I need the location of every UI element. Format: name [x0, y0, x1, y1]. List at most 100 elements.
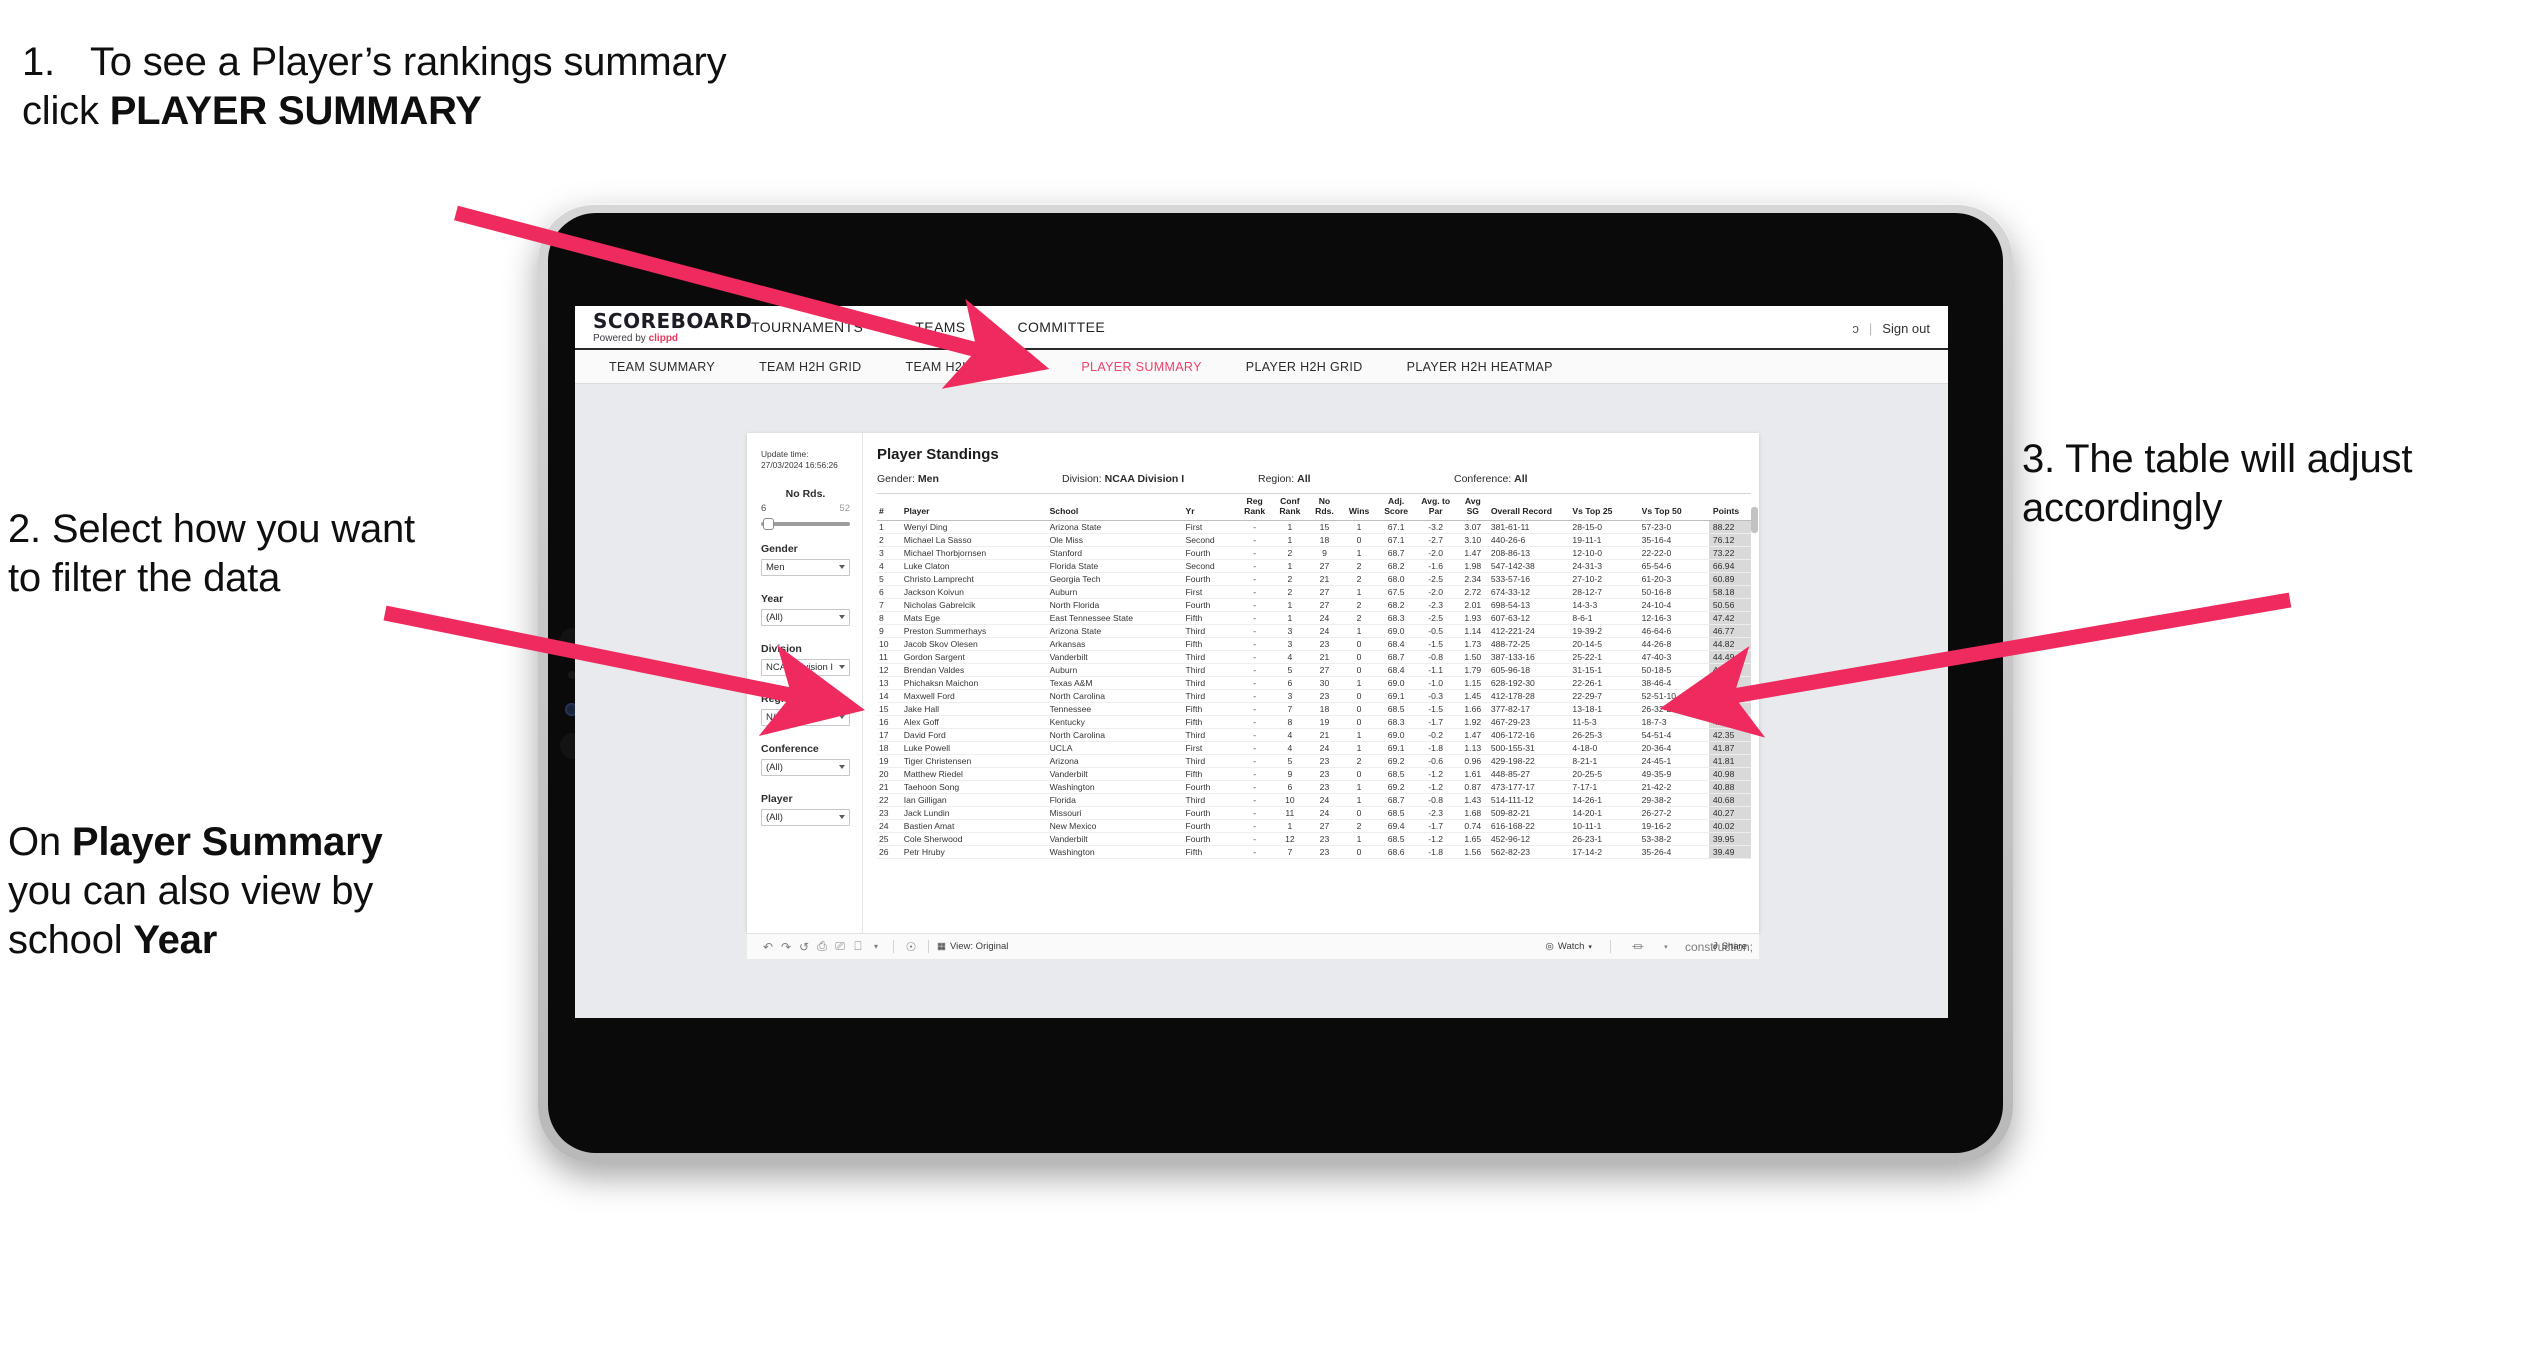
cell-no-rds: 23: [1308, 832, 1341, 847]
cell-player: Jake Hall: [901, 702, 1048, 717]
col-vs-top-50[interactable]: Vs Top 50: [1639, 493, 1709, 522]
topnav-item-tournaments[interactable]: TOURNAMENTS: [725, 306, 889, 349]
cell-adj-score: 68.2: [1377, 598, 1415, 613]
table-row[interactable]: 26 Petr Hruby Washington Fifth -7 23 0 68.6 -1.8…: [877, 845, 1751, 860]
col-vs-top-25[interactable]: Vs Top 25: [1570, 493, 1640, 522]
cell-adj-score: 68.4: [1377, 637, 1415, 652]
tab-player-summary[interactable]: PLAYER SUMMARY: [1059, 350, 1223, 384]
callout-1-number: 1.: [22, 40, 55, 84]
table-row[interactable]: 17 David Ford North Carolina Third -4 21 1 69.0…: [877, 728, 1751, 743]
table-row[interactable]: 9 Preston Summerhays Arizona State Third -3 2…: [877, 624, 1751, 639]
col-school[interactable]: School: [1047, 493, 1184, 522]
cell-yr: Third: [1183, 689, 1238, 704]
tab-player-h2h-heatmap[interactable]: PLAYER H2H HEATMAP: [1385, 350, 1575, 384]
table-row[interactable]: 12 Brendan Valdes Auburn Third -5 27 0 68.4 -1.1…: [877, 663, 1751, 678]
cell-overall-record: 607-63-12: [1488, 611, 1571, 626]
table-row[interactable]: 3 Michael Thorbjornsen Stanford Fourth -2 9 1 6…: [877, 546, 1751, 561]
table-row[interactable]: 22 Ian Gilligan Florida Third -10 24 1 68.7 -0.8…: [877, 793, 1751, 808]
filter-division-select[interactable]: NCAA Division I: [761, 658, 850, 676]
tab-team-h2h-grid[interactable]: TEAM H2H GRID: [737, 350, 883, 384]
table-row[interactable]: 6 Jackson Koivun Auburn First -2 27 1 67.5 -2.0 2…: [877, 585, 1751, 600]
view-original-button[interactable]: ▦ View: Original: [937, 941, 1008, 952]
cell-avg-to-par: -1.5: [1414, 702, 1457, 717]
cell-yr: Fourth: [1183, 806, 1238, 821]
filter-region-select[interactable]: N/A: [761, 708, 850, 726]
table-row[interactable]: 21 Taehoon Song Washington Fourth -6 23 1 69.2-…: [877, 780, 1751, 795]
redo-icon[interactable]: ↷: [777, 940, 795, 954]
col-points[interactable]: Points: [1708, 493, 1751, 522]
filter-division: Division NCAA Division I: [761, 643, 850, 676]
col-reg-rank[interactable]: Reg Rank: [1237, 493, 1272, 522]
table-row[interactable]: 14 Maxwell Ford North Carolina Third -3 23 0 69…: [877, 689, 1751, 704]
topnav-item-committee[interactable]: COMMITTEE: [992, 306, 1132, 349]
slider-handle[interactable]: [763, 517, 774, 530]
chevron-down-icon[interactable]: ▾: [1657, 943, 1675, 951]
col-avg-sg[interactable]: Avg SG: [1456, 493, 1489, 522]
brand-logo[interactable]: SCOREBOARD Powered by clippd: [575, 311, 752, 344]
col-no-rds[interactable]: No Rds.: [1308, 493, 1341, 522]
table-row[interactable]: 13 Phichaksn Maichon Texas A&M Third -6 30 1 69…: [877, 676, 1751, 691]
tab-team-h2h-heatmap[interactable]: TEAM H2H HEATMAP: [884, 350, 1060, 384]
alert-icon[interactable]: ☉: [902, 940, 920, 954]
table-row[interactable]: 18 Luke Powell UCLA First -4 24 1 69.1 -1.8 1.13 5…: [877, 741, 1751, 756]
table-row[interactable]: 5 Christo Lamprecht Georgia Tech Fourth -2 21…: [877, 572, 1751, 587]
col-adj-score[interactable]: Adj. Score: [1377, 493, 1415, 522]
table-row[interactable]: 20 Matthew Riedel Vanderbilt Fifth -9 23 0 68.5…: [877, 767, 1751, 782]
col-overall-rec[interactable]: Overall Record: [1488, 493, 1571, 522]
cell-reg-rank: -: [1237, 741, 1272, 756]
table-row[interactable]: 24 Bastien Amat New Mexico Fourth -1 27 2 69.4-…: [877, 819, 1751, 834]
cell-avg-to-par: -2.7: [1414, 533, 1457, 548]
table-row[interactable]: 23 Jack Lundin Missouri Fourth -11 24 0 68.5 -2.…: [877, 806, 1751, 821]
table-row[interactable]: 10 Jacob Skov Olesen Arkansas Fifth -3 23 0 68.…: [877, 637, 1751, 652]
revert-icon[interactable]: ↺: [795, 940, 813, 954]
cell-avg-to-par: -1.5: [1414, 637, 1457, 652]
table-row[interactable]: 19 Tiger Christensen Arizona Third -5 23 2 69.2…: [877, 754, 1751, 769]
cell-points: 50.56: [1708, 598, 1751, 613]
topnav-item-teams[interactable]: TEAMS: [889, 306, 991, 349]
table-row[interactable]: 25 Cole Sherwood Vanderbilt Fourth -12 23 1 68.…: [877, 832, 1751, 847]
fullscreen-icon[interactable]: construction;: [1685, 940, 1753, 954]
cell-overall-record: 448-85-27: [1488, 767, 1571, 782]
pause-icon[interactable]: ⎚: [831, 939, 849, 954]
shape-icon[interactable]: ⎕: [849, 939, 867, 954]
table-row[interactable]: 2 Michael La Sasso Ole Miss Second -1 18 0 67.1…: [877, 533, 1751, 548]
col-conf-rank[interactable]: Conf Rank: [1271, 493, 1309, 522]
vertical-scrollbar-thumb[interactable]: [1751, 507, 1758, 533]
tablet-device-frame: SCOREBOARD Powered by clippd TOURNAMENTS…: [538, 203, 2013, 1163]
table-row[interactable]: 7 Nicholas Gabrelcik North Florida Fourth -1…: [877, 598, 1751, 613]
sign-out-link[interactable]: Sign out: [1882, 321, 1930, 336]
filter-year-select[interactable]: (All): [761, 608, 850, 626]
watch-button[interactable]: ◎ Watch ▾: [1546, 941, 1592, 952]
cell-conf-rank: 3: [1271, 624, 1309, 639]
standings-table-scroll[interactable]: # Player School Yr Reg Rank Conf Rank No…: [863, 493, 1759, 860]
table-row[interactable]: 16 Alex Goff Kentucky Fifth -8 19 0 68.3 -1.7 1.9…: [877, 715, 1751, 730]
table-row[interactable]: 15 Jake Hall Tennessee Fifth -7 18 0 68.5 -1.5 1.…: [877, 702, 1751, 717]
cell-rank: 15: [877, 702, 902, 717]
toolbar-right-group: ◎ Watch ▾ ⏛ ▾ construction; ∂ Share: [1546, 938, 1753, 955]
cell-conf-rank: 5: [1271, 663, 1309, 678]
filter-player-select[interactable]: (All): [761, 808, 850, 826]
filter-gender-select[interactable]: Men: [761, 558, 850, 576]
table-row[interactable]: 11 Gordon Sargent Vanderbilt Third -4 21 0 68.7…: [877, 650, 1751, 665]
table-row[interactable]: 1 Wenyi Ding Arizona State First -1 15 1 67.1 -3…: [877, 520, 1751, 535]
col-wins[interactable]: Wins: [1340, 493, 1378, 522]
cell-school: Missouri: [1047, 806, 1184, 821]
cell-reg-rank: -: [1237, 611, 1272, 626]
tab-team-summary[interactable]: TEAM SUMMARY: [587, 350, 737, 384]
table-row[interactable]: 8 Mats Ege East Tennessee State Fifth -1 24 2 6…: [877, 611, 1751, 626]
undo-icon[interactable]: ↶: [759, 940, 777, 954]
tab-player-h2h-grid[interactable]: PLAYER H2H GRID: [1224, 350, 1385, 384]
filter-conference-select[interactable]: (All): [761, 758, 850, 776]
share-button[interactable]: ∂ Share: [1713, 941, 1747, 952]
refresh-icon[interactable]: ⎙: [813, 939, 831, 954]
col-rank[interactable]: #: [877, 493, 902, 522]
col-avg-to-par[interactable]: Avg. to Par: [1414, 493, 1457, 522]
update-time-block: Update time: 27/03/2024 16:56:26: [761, 449, 850, 472]
col-yr[interactable]: Yr: [1183, 493, 1238, 522]
download-icon[interactable]: ⏛: [1629, 938, 1647, 955]
slider-track[interactable]: [761, 517, 850, 530]
watch-icon: ◎: [1545, 941, 1554, 952]
col-player[interactable]: Player: [901, 493, 1048, 522]
table-row[interactable]: 4 Luke Claton Florida State Second -1 27 2 68.2…: [877, 559, 1751, 574]
chevron-down-icon[interactable]: ▾: [867, 942, 885, 951]
